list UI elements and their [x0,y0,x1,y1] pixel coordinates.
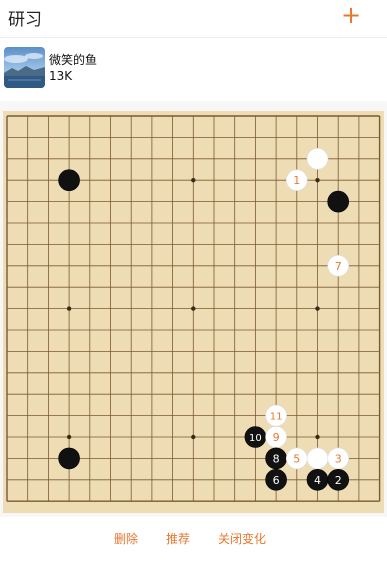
stone-disc [58,447,80,470]
white-stone[interactable]: 5 [285,447,308,470]
star-point [66,306,72,311]
black-stone[interactable]: 10 [244,426,267,448]
move-number: 1 [293,174,300,187]
move-number: 9 [273,431,280,444]
stone-disc [306,147,329,170]
star-point [66,434,72,440]
avatar-landscape-image [4,47,45,88]
avatar[interactable] [4,47,45,88]
black-stone[interactable] [58,447,80,470]
star-point [315,178,320,183]
action-bar: 删除 推荐 关闭变化 [0,517,387,583]
move-number: 5 [293,452,300,465]
black-stone[interactable] [58,169,80,191]
move-number: 10 [249,433,262,444]
star-point [315,306,320,311]
user-panel: 微笑的鱼 13K [0,38,387,100]
white-stone[interactable]: 7 [327,255,350,277]
username: 微笑的鱼 [49,53,98,67]
page-title: 研习 [8,10,42,30]
white-stone[interactable]: 3 [327,447,350,470]
add-icon[interactable]: + [338,0,364,32]
stone-disc [58,169,80,191]
top-bar: 研习 + [0,0,387,38]
white-stone[interactable] [306,147,329,170]
recommend-button[interactable]: 推荐 [166,530,190,547]
stone-disc [306,447,329,470]
black-stone[interactable]: 4 [306,468,329,491]
go-board[interactable]: 1 7 11 10 9 8 5 3 6 4 2 [3,111,384,513]
black-stone[interactable]: 2 [327,468,350,491]
black-stone[interactable]: 8 [265,447,287,470]
delete-button[interactable]: 删除 [114,530,138,547]
board-area: 1 7 11 10 9 8 5 3 6 4 2 [0,101,387,517]
move-number: 4 [314,474,321,487]
black-stone[interactable] [327,190,350,213]
move-number: 7 [335,260,342,273]
white-stone[interactable]: 11 [265,404,287,427]
move-number: 11 [270,412,283,423]
star-point [191,178,196,183]
close-variation-button[interactable]: 关闭变化 [218,530,266,547]
stone-disc [327,190,350,213]
user-rank: 13K [49,69,73,83]
white-stone[interactable] [306,447,329,470]
star-point [191,434,196,440]
star-point [191,306,196,311]
star-point [315,434,320,440]
move-number: 3 [335,452,342,465]
move-number: 2 [335,474,342,487]
move-number: 8 [273,452,280,465]
black-stone[interactable]: 6 [265,468,287,491]
white-stone[interactable]: 9 [265,426,287,448]
white-stone[interactable]: 1 [285,169,308,191]
move-number: 6 [273,474,280,487]
